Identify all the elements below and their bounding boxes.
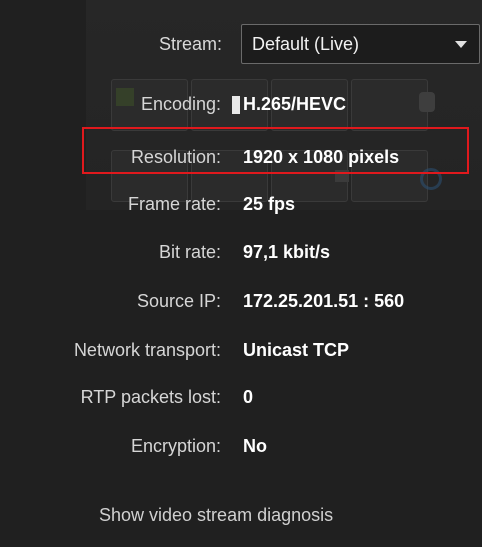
home-icon xyxy=(335,170,349,182)
trash-icon xyxy=(419,92,435,112)
chevron-down-icon xyxy=(455,41,467,48)
network-transport-label: Network transport: xyxy=(73,340,221,360)
stream-info-panel: Stream: Default (Live) Encoding: H.265/H… xyxy=(0,0,482,547)
encryption-value: No xyxy=(243,436,267,456)
encoding-value: H.265/HEVC xyxy=(243,94,347,114)
frame-rate-label: Frame rate: xyxy=(127,194,221,214)
frame-rate-value: 25 fps xyxy=(243,194,296,214)
source-ip-label: Source IP: xyxy=(136,291,221,311)
encoding-label: Encoding: xyxy=(140,94,221,114)
resolution-value: 1920 x 1080 pixels xyxy=(243,147,400,167)
resolution-label: Resolution: xyxy=(130,147,221,167)
stream-dropdown[interactable]: Default (Live) xyxy=(241,24,480,64)
network-transport-value: Unicast TCP xyxy=(243,340,350,360)
bit-rate-value: 97,1 kbit/s xyxy=(243,242,331,262)
background-tool-button xyxy=(351,79,428,131)
encoding-indicator-icon xyxy=(232,96,240,114)
show-stream-diagnosis-link[interactable]: Show video stream diagnosis xyxy=(99,505,333,526)
stream-label: Stream: xyxy=(158,34,222,54)
rtp-packets-lost-value: 0 xyxy=(243,387,254,407)
source-ip-value: 172.25.201.51 : 560 xyxy=(243,291,405,311)
grid-icon xyxy=(116,88,134,106)
rtp-packets-lost-label: RTP packets lost: xyxy=(80,387,221,407)
refresh-icon xyxy=(420,168,442,190)
encryption-label: Encryption: xyxy=(130,436,221,456)
stream-selected-value: Default (Live) xyxy=(252,34,360,54)
bit-rate-label: Bit rate: xyxy=(158,242,221,262)
